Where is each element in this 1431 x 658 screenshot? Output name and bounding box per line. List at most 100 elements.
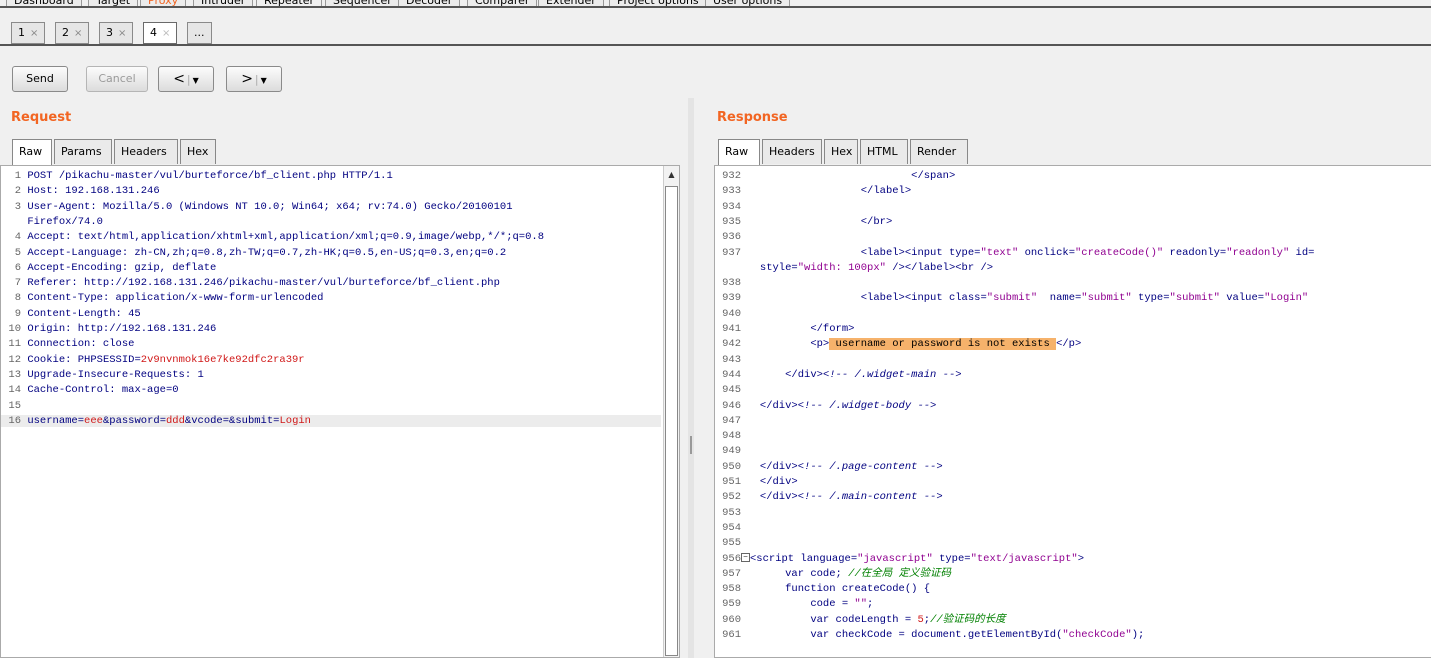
- tab-label: ...: [194, 26, 205, 39]
- response-tab-html[interactable]: HTML: [860, 139, 908, 164]
- close-tab-icon[interactable]: ×: [162, 28, 170, 39]
- main-tab-user-options[interactable]: User options: [705, 0, 791, 6]
- scroll-thumb[interactable]: [665, 186, 678, 656]
- code-line: 947: [715, 415, 1431, 427]
- gutter-space: [741, 384, 760, 396]
- splitter-grip-icon[interactable]: [690, 436, 692, 454]
- send-button[interactable]: Send: [12, 66, 68, 92]
- code-token: "checkCode": [1062, 629, 1132, 641]
- code-token: </br>: [860, 215, 893, 228]
- forward-button[interactable]: > | ▼: [226, 66, 282, 92]
- main-tab-intruder[interactable]: Intruder: [193, 0, 254, 6]
- code-token: code;: [804, 567, 849, 580]
- fold-toggle-icon[interactable]: −: [741, 553, 750, 563]
- request-editor[interactable]: 1 POST /pikachu-master/vul/burteforce/bf…: [0, 165, 680, 658]
- request-tab-params[interactable]: Params: [54, 139, 112, 164]
- code-line: 936: [715, 231, 1431, 243]
- main-tab-dashboard[interactable]: Dashboard: [6, 0, 82, 6]
- code-token: : 45: [115, 307, 141, 320]
- line-number: 6: [14, 261, 21, 274]
- code-token: : text/html,application/xhtml+xml,applic…: [65, 231, 545, 244]
- main-tab-extender[interactable]: Extender: [538, 0, 604, 6]
- code-token: id=: [1289, 246, 1315, 259]
- code-line: style="width: 100px" /></label><br />: [715, 262, 1431, 274]
- line-number: 933: [722, 185, 741, 198]
- code-line: 951 </div>: [715, 476, 1431, 488]
- repeater-tab-new[interactable]: ...: [187, 22, 212, 44]
- code-token: vcode: [191, 414, 223, 427]
- separator: |: [254, 73, 259, 86]
- code-token: </div>: [785, 368, 823, 381]
- request-tab-raw[interactable]: Raw: [12, 139, 52, 166]
- code-token: codeLength =: [829, 613, 918, 626]
- repeater-tab-1[interactable]: 1 ×: [11, 22, 46, 44]
- code-token: <p>: [810, 338, 830, 351]
- code-line: 5 Accept-Language: zh-CN,zh;q=0.8,zh-TW;…: [1, 247, 661, 259]
- close-tab-icon[interactable]: ×: [74, 28, 82, 39]
- gutter-space: [741, 629, 760, 641]
- line-number: 12: [8, 353, 21, 366]
- code-token: </div>: [759, 460, 798, 473]
- line-number: 958: [722, 583, 741, 596]
- repeater-tab-2[interactable]: 2 ×: [55, 22, 90, 44]
- main-tab-comparer[interactable]: Comparer: [467, 0, 538, 6]
- code-line: 956− <script language="javascript" type="…: [715, 553, 1431, 565]
- code-token: /></label><br />: [885, 261, 994, 274]
- line-number: 16: [8, 414, 21, 427]
- response-tab-hex[interactable]: Hex: [824, 139, 858, 164]
- code-token: : http://192.168.131.246: [65, 323, 217, 335]
- request-tab-headers[interactable]: Headers: [114, 139, 178, 164]
- tab-label: 2: [62, 26, 69, 39]
- response-editor[interactable]: 932 </span> 933 </label> 934 935 </br> 936 …: [714, 165, 1431, 658]
- code-token: : gzip, deflate: [121, 261, 217, 274]
- main-tab-proxy[interactable]: Proxy: [140, 0, 187, 6]
- scroll-up-icon[interactable]: ▲: [664, 168, 679, 182]
- response-tab-raw[interactable]: Raw: [718, 139, 760, 166]
- main-tab-repeater[interactable]: Repeater: [256, 0, 323, 6]
- code-token: language=: [800, 552, 858, 565]
- code-line: 952 </div><!-- /.main-content -->: [715, 491, 1431, 503]
- code-line: 945: [715, 384, 1431, 396]
- response-tab-render[interactable]: Render: [910, 139, 968, 164]
- code-token: "text/javascript": [970, 552, 1078, 565]
- close-tab-icon[interactable]: ×: [118, 28, 126, 39]
- code-token: </label>: [860, 185, 912, 198]
- code-token: var: [810, 629, 830, 641]
- cancel-button[interactable]: Cancel: [86, 66, 148, 92]
- code-token: Content-Type: [27, 292, 103, 305]
- gutter-space: [741, 445, 760, 457]
- main-tab-target[interactable]: Target: [88, 0, 139, 6]
- line-number: 15: [8, 399, 21, 412]
- code-token: </div>: [759, 399, 798, 412]
- request-scrollbar[interactable]: ▲: [663, 166, 679, 657]
- code-token: type=: [932, 552, 971, 565]
- back-button[interactable]: < | ▼: [158, 66, 214, 92]
- line-number: 10: [8, 323, 21, 335]
- close-tab-icon[interactable]: ×: [30, 28, 38, 39]
- code-line: 10 Origin: http://192.168.131.246: [1, 323, 661, 335]
- main-tab-decoder[interactable]: Decoder: [398, 0, 461, 6]
- code-token: type=: [1131, 292, 1170, 305]
- line-number: 943: [722, 353, 741, 366]
- code-token: Accept-Language: [27, 246, 122, 259]
- code-token: submit: [235, 414, 274, 427]
- repeater-tab-4[interactable]: 4 ×: [143, 22, 178, 44]
- code-token: Origin: [27, 323, 66, 335]
- repeater-tab-3[interactable]: 3 ×: [99, 22, 134, 44]
- request-tab-hex[interactable]: Hex: [180, 139, 216, 164]
- code-token: Firefox/74.0: [27, 215, 103, 228]
- code-token: code =: [759, 598, 855, 611]
- response-view-tabs: Raw Headers Hex HTML Render: [718, 139, 1018, 166]
- code-token: Host: [27, 185, 53, 198]
- code-line: 939 <label><input class="submit" name="s…: [715, 292, 1431, 304]
- code-line: 935 </br>: [715, 216, 1431, 228]
- request-view-tabs: Raw Params Headers Hex: [12, 139, 312, 166]
- main-tab-project-options[interactable]: Project options: [609, 0, 707, 6]
- pane-splitter[interactable]: [688, 98, 694, 658]
- main-tab-sequencer[interactable]: Sequencer: [325, 0, 400, 6]
- response-tab-headers[interactable]: Headers: [762, 139, 822, 164]
- response-title: Response: [717, 110, 788, 125]
